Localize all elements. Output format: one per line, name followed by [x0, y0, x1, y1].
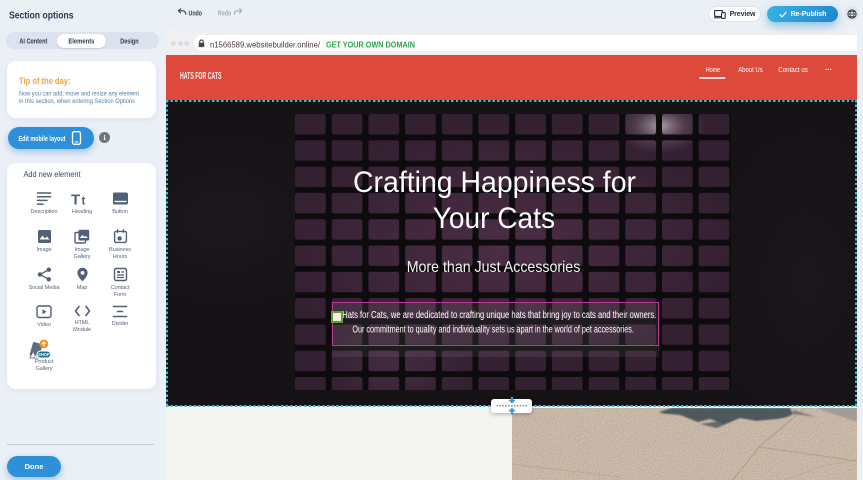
svg-text:Now you can add, move and resi: Now you can add, move and resize any ele… [19, 91, 139, 98]
svg-text:t: t [82, 196, 86, 207]
svg-text:n1566589.websitebuilder.online: n1566589.websitebuilder.online/ [210, 39, 321, 49]
svg-text:Contact us: Contact us [778, 65, 808, 74]
svg-text:Add new element: Add new element [24, 170, 82, 179]
svg-text:Undo: Undo [189, 8, 203, 17]
svg-text:SHOP: SHOP [38, 352, 50, 357]
svg-text:Design: Design [120, 39, 138, 46]
svg-text:GET YOUR OWN DOMAIN: GET YOUR OWN DOMAIN [326, 39, 415, 49]
svg-text:More than Just Accessories: More than Just Accessories [407, 259, 581, 276]
svg-text:Your Cats: Your Cats [433, 202, 555, 235]
svg-text:Redo: Redo [218, 8, 232, 17]
svg-text:in this section, when entering: in this section, when entering Section O… [19, 98, 136, 105]
svg-text:Crafting Happiness for: Crafting Happiness for [353, 166, 636, 199]
svg-text:About Us: About Us [738, 65, 763, 74]
svg-text:Section options: Section options [9, 10, 74, 22]
svg-text:...: ... [825, 63, 832, 72]
svg-text:Elements: Elements [68, 39, 94, 46]
svg-text:Home: Home [706, 65, 720, 74]
svg-text:Tip of the day:: Tip of the day: [19, 76, 71, 86]
svg-text:Edit mobile layout: Edit mobile layout [19, 134, 66, 143]
svg-text:HATS FOR CATS: HATS FOR CATS [180, 70, 222, 82]
svg-text:AI Content: AI Content [19, 39, 47, 46]
svg-text:T: T [71, 192, 80, 207]
